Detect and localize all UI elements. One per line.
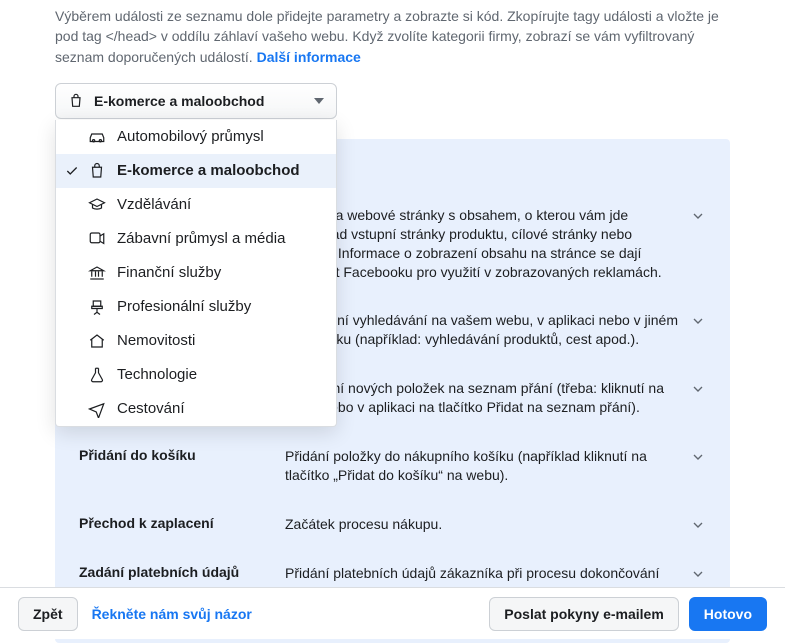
category-dropdown: Automobilový průmysl E-komerce a maloobch… xyxy=(55,120,337,427)
bag-icon xyxy=(88,162,106,180)
event-description: Provedení vyhledávání na vašem webu, v a… xyxy=(285,311,680,349)
category-select[interactable]: E-komerce a maloobchod xyxy=(55,83,337,119)
done-button[interactable]: Hotovo xyxy=(689,597,767,631)
event-row: Přechod k zaplacení Začátek procesu nákup… xyxy=(79,503,706,552)
event-title: Zadání platebních údajů xyxy=(79,564,275,580)
more-info-link[interactable]: Další informace xyxy=(257,49,361,65)
plane-icon xyxy=(88,400,106,418)
dropdown-item-car[interactable]: Automobilový průmysl xyxy=(56,120,336,154)
footer-bar: Zpět Řekněte nám svůj názor Poslat pokyn… xyxy=(0,587,785,639)
chevron-down-icon xyxy=(690,517,706,533)
grad-icon xyxy=(88,196,106,214)
event-row: Přidání do košíku Přidání položky do náku… xyxy=(79,435,706,503)
dropdown-item-grad[interactable]: Vzdělávání xyxy=(56,188,336,222)
dropdown-item-label: Zábavní průmysl a média xyxy=(117,230,285,247)
dropdown-item-label: Vzdělávání xyxy=(117,196,191,213)
dropdown-item-flask[interactable]: Technologie xyxy=(56,358,336,392)
media-icon xyxy=(88,230,106,248)
expand-toggle[interactable] xyxy=(690,564,706,582)
dropdown-item-label: Cestování xyxy=(117,400,185,417)
intro-text: Výběrem události ze seznamu dole přidejt… xyxy=(55,0,730,83)
event-title: Přidání do košíku xyxy=(79,447,275,463)
dropdown-item-label: Automobilový průmysl xyxy=(117,128,264,145)
bank-icon xyxy=(88,264,106,282)
dropdown-item-label: Technologie xyxy=(117,366,197,383)
event-description: Začátek procesu nákupu. xyxy=(285,515,680,534)
expand-toggle[interactable] xyxy=(690,206,706,224)
feedback-link[interactable]: Řekněte nám svůj názor xyxy=(92,606,252,622)
chair-icon xyxy=(88,298,106,316)
dropdown-item-house[interactable]: Nemovitosti xyxy=(56,324,336,358)
dropdown-item-bag[interactable]: E-komerce a maloobchod xyxy=(56,154,336,188)
expand-toggle[interactable] xyxy=(690,311,706,329)
chevron-down-icon xyxy=(690,208,706,224)
chevron-down-icon xyxy=(690,381,706,397)
dropdown-item-label: Nemovitosti xyxy=(117,332,195,349)
chevron-down-icon xyxy=(690,313,706,329)
chevron-down-icon xyxy=(314,98,324,104)
category-selected-label: E-komerce a maloobchod xyxy=(94,93,264,109)
expand-toggle[interactable] xyxy=(690,379,706,397)
dropdown-item-label: E-komerce a maloobchod xyxy=(117,162,300,179)
check-icon xyxy=(65,164,79,178)
expand-toggle[interactable] xyxy=(690,515,706,533)
event-description: Přidání položky do nákupního košíku (nap… xyxy=(285,447,680,485)
dropdown-item-plane[interactable]: Cestování xyxy=(56,392,336,426)
dropdown-item-label: Profesionální služby xyxy=(117,298,251,315)
bag-icon xyxy=(68,93,84,109)
chevron-down-icon xyxy=(690,449,706,465)
expand-toggle[interactable] xyxy=(690,447,706,465)
car-icon xyxy=(88,128,106,146)
event-title: Přechod k zaplacení xyxy=(79,515,275,531)
dropdown-item-media[interactable]: Zábavní průmysl a média xyxy=(56,222,336,256)
event-description: Přidávání nových položek na seznam přání… xyxy=(285,379,680,417)
dropdown-item-label: Finanční služby xyxy=(117,264,221,281)
back-button[interactable]: Zpět xyxy=(18,597,78,631)
event-description: Návštěva webové stránky s obsahem, o kte… xyxy=(285,206,680,282)
house-icon xyxy=(88,332,106,350)
flask-icon xyxy=(88,366,106,384)
chevron-down-icon xyxy=(690,566,706,582)
email-button[interactable]: Poslat pokyny e-mailem xyxy=(489,597,679,631)
dropdown-item-bank[interactable]: Finanční služby xyxy=(56,256,336,290)
dropdown-item-chair[interactable]: Profesionální služby xyxy=(56,290,336,324)
